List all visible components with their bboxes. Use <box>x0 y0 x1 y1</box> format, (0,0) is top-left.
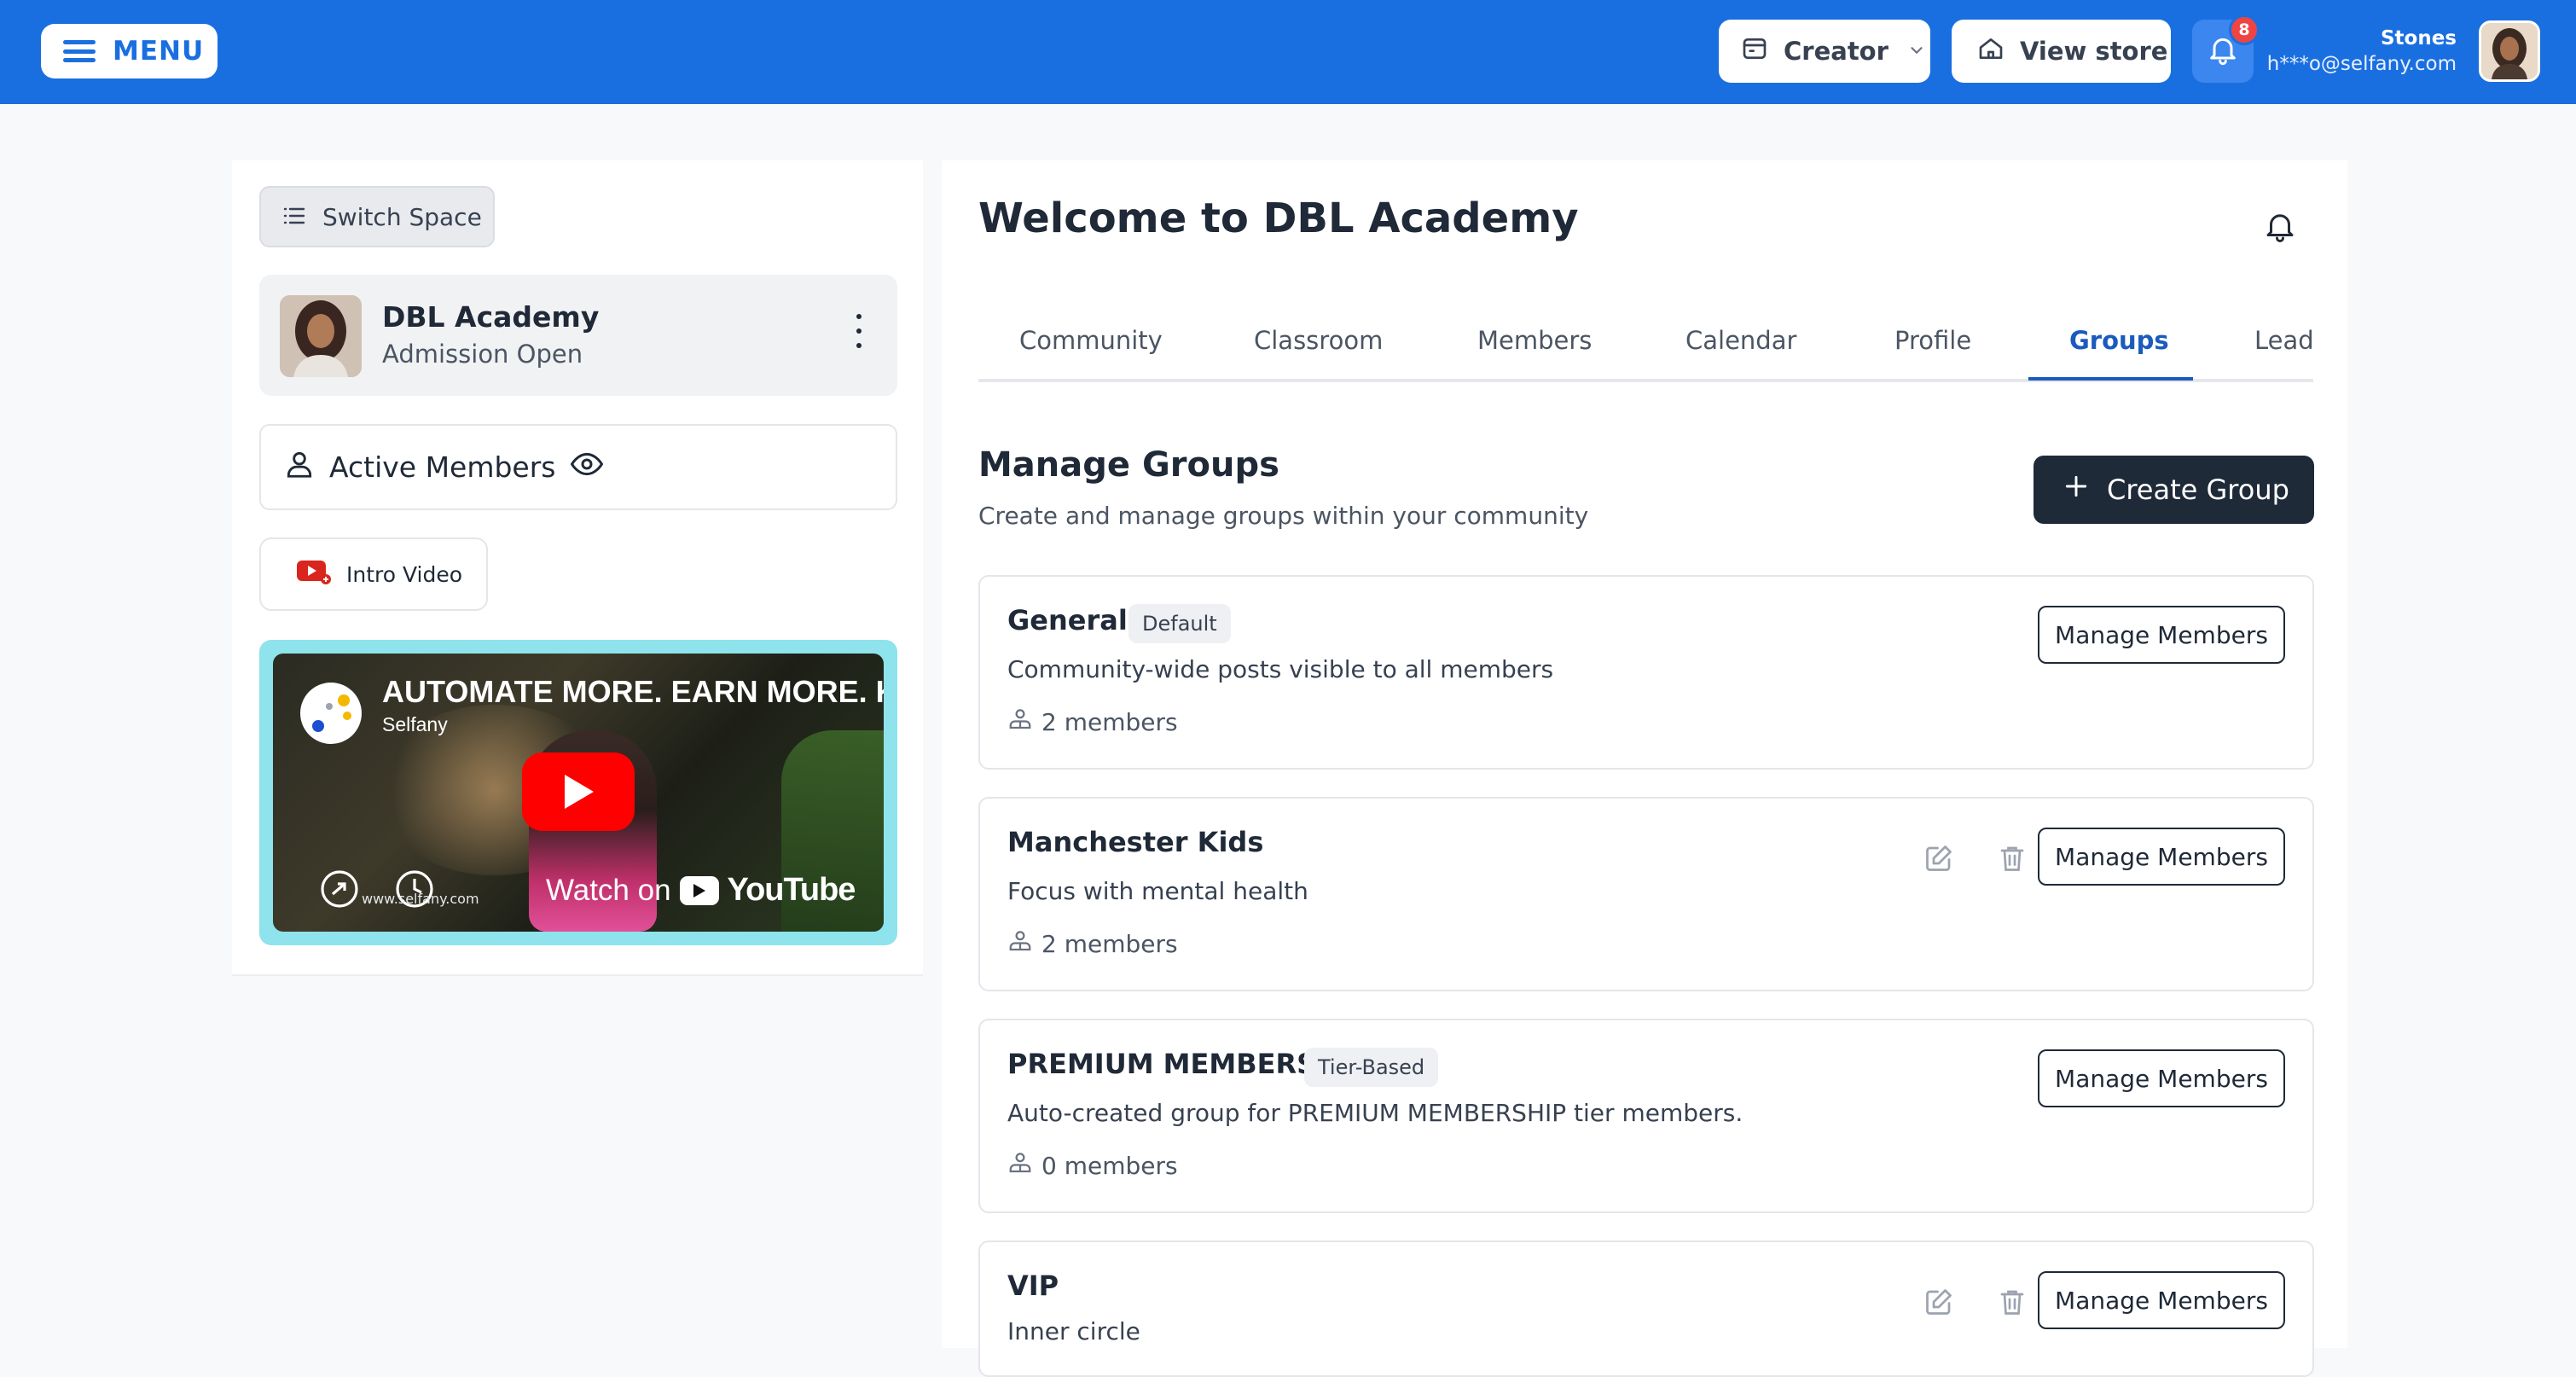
tab-members[interactable]: Members <box>1477 326 1592 355</box>
avatar[interactable] <box>2479 20 2540 82</box>
space-avatar <box>280 295 362 377</box>
users-icon <box>283 448 316 487</box>
intro-video-button[interactable]: Intro Video <box>259 537 488 611</box>
switch-space-button[interactable]: Switch Space <box>259 186 495 247</box>
video-embed[interactable]: AUTOMATE MORE. EARN MORE. K Selfany www.… <box>259 640 897 945</box>
group-card: VIP Inner circle Manage Members <box>978 1240 2314 1377</box>
store-icon <box>1741 35 1768 68</box>
group-card: Manchester Kids Focus with mental health… <box>978 797 2314 991</box>
tab-community[interactable]: Community <box>1019 326 1163 355</box>
member-count-label: 0 members <box>1041 1152 1178 1180</box>
creator-dropdown[interactable]: Creator <box>1719 20 1930 83</box>
tab-classroom[interactable]: Classroom <box>1254 326 1383 355</box>
video-thumbnail[interactable]: AUTOMATE MORE. EARN MORE. K Selfany www.… <box>273 654 884 932</box>
group-card: General Default Community-wide posts vis… <box>978 575 2314 770</box>
notification-badge: 8 <box>2229 15 2260 45</box>
manage-members-button[interactable]: Manage Members <box>2038 1271 2285 1329</box>
tab-groups[interactable]: Groups <box>2069 326 2169 355</box>
group-description: Focus with mental health <box>1007 877 1308 905</box>
edit-icon[interactable] <box>1923 1287 1954 1321</box>
user-info[interactable]: Stones h***o@selfany.com <box>2267 26 2457 77</box>
home-icon <box>1977 35 2005 68</box>
manage-members-button[interactable]: Manage Members <box>2038 606 2285 664</box>
share-icon <box>321 870 358 908</box>
page-title: Welcome to DBL Academy <box>978 195 1579 242</box>
youtube-logo-icon <box>679 875 719 905</box>
trash-icon[interactable] <box>1997 843 2028 877</box>
section-subtitle: Create and manage groups within your com… <box>978 502 1589 530</box>
manage-members-button[interactable]: Manage Members <box>2038 828 2285 886</box>
group-member-count: 2 members <box>1007 708 1178 736</box>
youtube-icon <box>297 559 331 590</box>
trash-icon[interactable] <box>1997 1287 2028 1321</box>
chevron-down-icon <box>1907 37 1926 66</box>
view-store-button[interactable]: View store <box>1952 20 2171 83</box>
members-icon <box>1007 930 1033 958</box>
youtube-wordmark: YouTube <box>727 872 856 908</box>
watch-on-label: Watch on <box>546 873 671 907</box>
group-member-count: 2 members <box>1007 930 1178 958</box>
intro-video-label: Intro Video <box>346 561 463 587</box>
video-title[interactable]: AUTOMATE MORE. EARN MORE. K <box>382 674 884 710</box>
tab-calendar[interactable]: Calendar <box>1685 326 1796 355</box>
view-store-label: View store <box>2020 37 2168 66</box>
members-icon <box>1007 1152 1033 1180</box>
switch-space-label: Switch Space <box>322 202 482 231</box>
group-badge: Default <box>1128 604 1231 643</box>
channel-logo[interactable] <box>300 683 362 744</box>
top-bar <box>0 0 2576 104</box>
space-status: Admission Open <box>382 340 583 369</box>
menu-label: MENU <box>113 36 205 67</box>
user-name: Stones <box>2380 27 2457 49</box>
group-name: VIP <box>1007 1270 1059 1302</box>
plus-icon <box>2063 473 2090 507</box>
member-count-label: 2 members <box>1041 930 1178 958</box>
space-card[interactable]: DBL Academy Admission Open <box>259 275 897 396</box>
eye-icon <box>570 447 604 488</box>
group-name: Manchester Kids <box>1007 826 1264 858</box>
tab-leaderboard[interactable]: Lead <box>2254 326 2313 355</box>
video-url: www.selfany.com <box>362 891 479 907</box>
space-name: DBL Academy <box>382 300 600 334</box>
create-group-button[interactable]: Create Group <box>2034 456 2314 524</box>
member-count-label: 2 members <box>1041 708 1178 736</box>
group-card: PREMIUM MEMBERSHIP Tier-Based Auto-creat… <box>978 1019 2314 1213</box>
kebab-icon[interactable] <box>855 314 863 348</box>
edit-icon[interactable] <box>1923 843 1954 877</box>
group-description: Community-wide posts visible to all memb… <box>1007 655 1554 683</box>
hamburger-icon <box>63 40 96 62</box>
active-tab-indicator <box>2028 377 2193 381</box>
active-members-label: Active Members <box>329 450 556 484</box>
tab-profile[interactable]: Profile <box>1894 326 1971 355</box>
user-email: h***o@selfany.com <box>2266 53 2457 75</box>
section-title: Manage Groups <box>978 445 1279 485</box>
group-badge: Tier-Based <box>1304 1048 1439 1087</box>
group-name: General <box>1007 604 1128 636</box>
play-icon[interactable] <box>522 752 635 831</box>
creator-label: Creator <box>1784 37 1888 66</box>
create-group-label: Create Group <box>2107 474 2289 506</box>
list-icon <box>283 203 305 231</box>
watch-on-youtube-link[interactable]: Watch on YouTube <box>546 872 856 909</box>
menu-button[interactable]: MENU <box>41 24 218 78</box>
manage-members-button[interactable]: Manage Members <box>2038 1049 2285 1107</box>
video-channel: Selfany <box>382 713 448 735</box>
tab-bar: Community Classroom Members Calendar Pro… <box>978 304 2313 382</box>
bell-icon[interactable] <box>2262 207 2298 248</box>
group-description: Auto-created group for PREMIUM MEMBERSHI… <box>1007 1099 1743 1127</box>
active-members-button[interactable]: Active Members <box>259 424 897 510</box>
group-description: Inner circle <box>1007 1317 1140 1345</box>
group-member-count: 0 members <box>1007 1152 1178 1180</box>
members-icon <box>1007 708 1033 736</box>
